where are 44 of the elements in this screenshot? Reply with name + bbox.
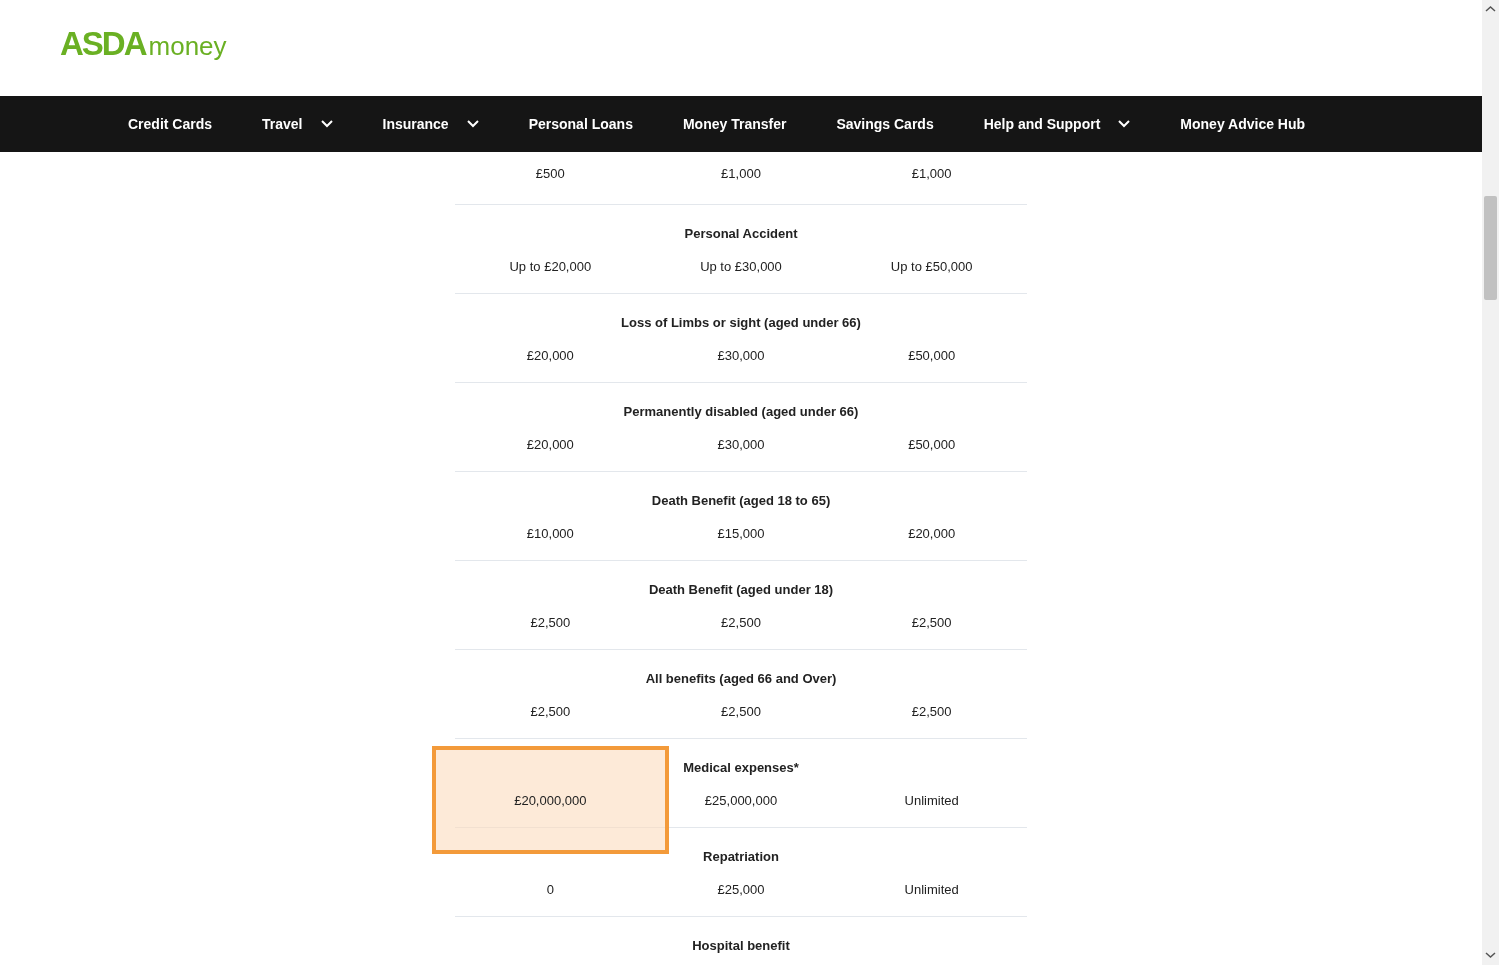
table-cell-text: £25,000,000 — [704, 792, 778, 810]
row-title: Personal Accident — [684, 225, 798, 243]
nav-item[interactable]: Insurance — [382, 116, 479, 132]
nav-item[interactable]: Personal Loans — [528, 116, 633, 132]
row-title: Hospital benefit — [692, 937, 790, 955]
row-title: Death Benefit (aged 18 to 65) — [651, 492, 831, 510]
table-cell-text: £25,000 — [717, 881, 765, 899]
table-cell-text: Up to £20,000 — [509, 258, 592, 276]
table-cell-text: Unlimited — [904, 792, 959, 810]
table-cell-text: £500 — [535, 165, 565, 183]
row-title: Loss of Limbs or sight (aged under 66) — [621, 314, 861, 332]
table-cell-text: £50,000 — [908, 436, 956, 454]
table-cell-text: £2,500 — [911, 614, 952, 632]
table-cell-text: Unlimited — [904, 881, 959, 899]
table-cell-text: £1,000 — [721, 165, 761, 183]
row-title: Medical expenses* — [683, 759, 799, 777]
table-cell-text: £2,500 — [911, 703, 952, 721]
table-cell-text: £10,000 — [526, 525, 574, 543]
table-cell-text: 0 — [546, 881, 554, 899]
table-cell-text: £2,500 — [721, 703, 761, 721]
nav-item[interactable]: Money Advice Hub — [1180, 116, 1306, 132]
nav-item[interactable]: Help and Support — [983, 116, 1131, 132]
row-title: All benefits (aged 66 and Over) — [645, 670, 837, 688]
table-cell-text: £20,000,000 — [514, 792, 587, 810]
table-cell-text: £30,000 — [717, 436, 765, 454]
table-cell-text: Up to £30,000 — [700, 258, 782, 276]
row-title: Death Benefit (aged under 18) — [648, 581, 834, 599]
table-cell-text: £20,000 — [908, 525, 956, 543]
nav-item[interactable]: Credit Cards — [128, 116, 213, 132]
row-title: Permanently disabled (aged under 66) — [623, 403, 859, 421]
table-cell-text: £20,000 — [526, 347, 574, 365]
table-cell-text: £1,000 — [911, 165, 952, 183]
row-title: Repatriation — [703, 848, 779, 866]
table-cell-text: £20,000 — [526, 436, 574, 454]
table-cell-text: £30,000 — [717, 347, 765, 365]
table-cell-text: £2,500 — [721, 614, 761, 632]
table-cell-text: £2,500 — [530, 703, 571, 721]
nav-item[interactable]: Travel — [262, 116, 333, 132]
table-cell-text: £50,000 — [908, 347, 956, 365]
table-cell-text: Up to £50,000 — [890, 258, 973, 276]
nav-item[interactable]: Money Transfer — [682, 116, 787, 132]
table-cell-text: £2,500 — [530, 614, 571, 632]
table-cell-text: £15,000 — [717, 525, 765, 543]
nav-item[interactable]: Savings Cards — [836, 116, 934, 132]
